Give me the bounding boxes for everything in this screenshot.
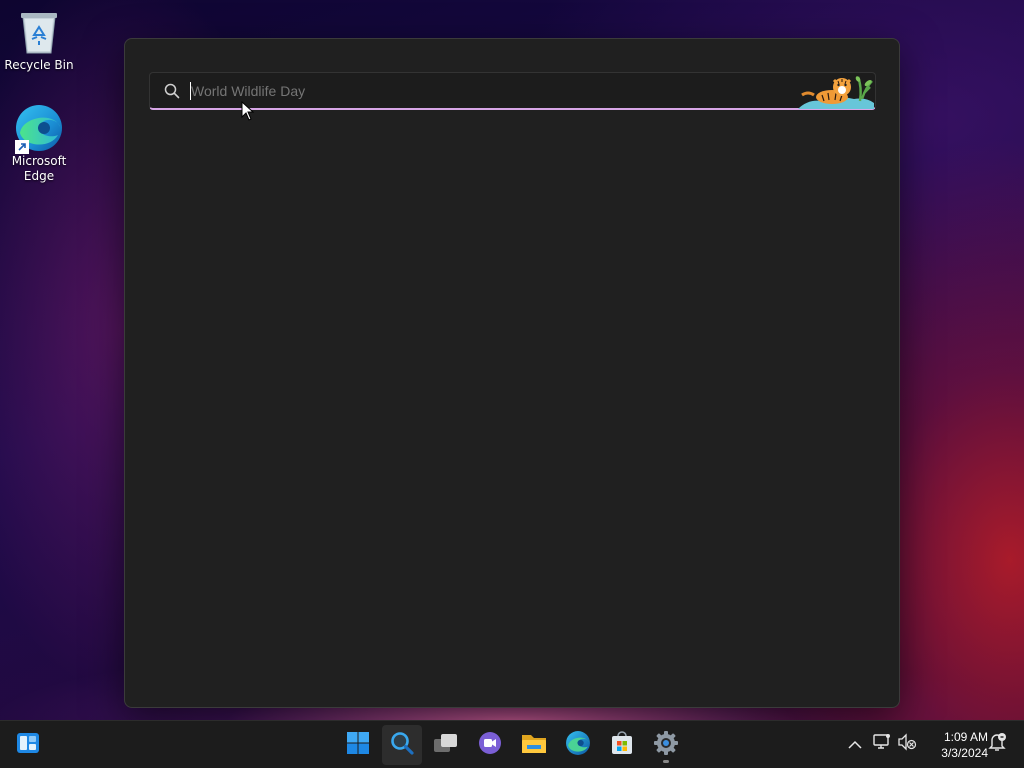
desktop-icon-microsoft-edge[interactable]: Microsoft Edge (1, 102, 77, 184)
shortcut-arrow-icon (15, 140, 29, 154)
taskbar-settings-button[interactable] (646, 725, 686, 765)
desktop-icon-label: Microsoft Edge (11, 154, 67, 183)
windows-start-icon (346, 731, 370, 759)
teams-chat-icon (478, 731, 502, 759)
taskbar: 1:09 AM 3/3/2024 (0, 720, 1024, 768)
show-hidden-icons-button[interactable] (844, 733, 866, 755)
taskbar-start-button[interactable] (338, 725, 378, 765)
taskbar-file-explorer-button[interactable] (514, 725, 554, 765)
speaker-muted-icon (897, 733, 917, 755)
search-icon (390, 731, 414, 759)
task-view-icon (433, 732, 459, 758)
clock-time: 1:09 AM (943, 730, 988, 744)
taskbar-search-button[interactable] (382, 725, 422, 765)
taskbar-chat-button[interactable] (470, 725, 510, 765)
volume-button[interactable] (896, 733, 918, 755)
taskbar-task-view-button[interactable] (426, 725, 466, 765)
search-input[interactable] (191, 73, 798, 108)
folder-icon (521, 732, 547, 758)
mouse-pointer-icon (241, 101, 255, 121)
network-status-button[interactable] (871, 733, 893, 755)
gear-icon (653, 730, 679, 760)
clock[interactable]: 1:09 AM 3/3/2024 (926, 729, 988, 761)
taskbar-widgets-button[interactable] (8, 725, 48, 765)
search-icon (150, 83, 190, 99)
clock-date: 3/3/2024 (941, 746, 988, 760)
chevron-up-icon (848, 735, 862, 754)
store-icon (610, 731, 634, 759)
search-box[interactable] (149, 72, 876, 110)
taskbar-edge-button[interactable] (558, 725, 598, 765)
notification-bell-icon (987, 732, 1007, 756)
edge-icon (13, 102, 65, 154)
recycle-bin-icon (13, 6, 65, 58)
desktop-icon-label: Recycle Bin (4, 58, 74, 72)
tiger-doodle-icon[interactable] (798, 73, 874, 109)
widgets-icon (16, 732, 40, 758)
running-indicator (663, 760, 669, 763)
desktop-icon-recycle-bin[interactable]: Recycle Bin (1, 6, 77, 73)
search-flyout (124, 38, 900, 708)
edge-icon (565, 730, 591, 760)
network-icon (872, 733, 892, 755)
taskbar-store-button[interactable] (602, 725, 642, 765)
notifications-button[interactable] (986, 733, 1008, 755)
